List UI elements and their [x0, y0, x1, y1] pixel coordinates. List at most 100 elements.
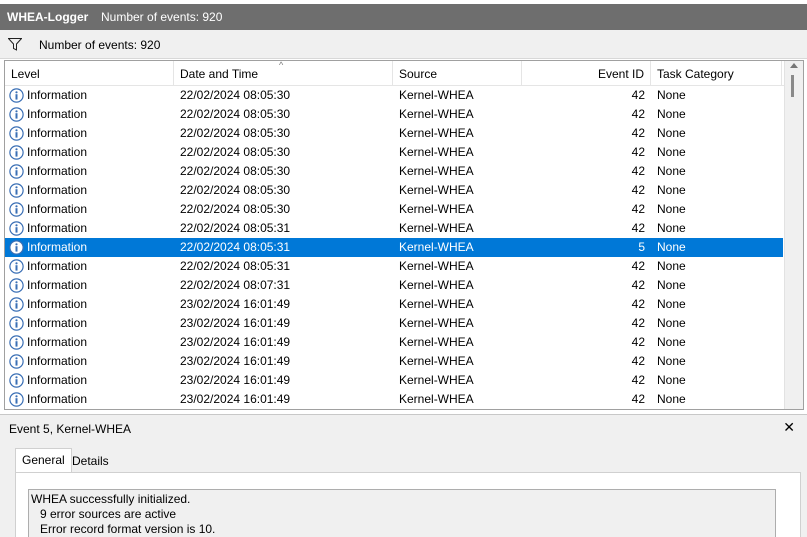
level-cell: Information — [27, 354, 88, 368]
filter-text: Number of events: 920 — [39, 38, 161, 52]
table-row[interactable]: Information 22/02/2024 08:05:30 Kernel-WHE… — [5, 124, 783, 143]
date-cell: 22/02/2024 08:05:31 — [180, 221, 291, 235]
task-category-cell: None — [657, 373, 686, 387]
table-row[interactable]: Information 23/02/2024 16:01:49 Kernel-WHE… — [5, 371, 783, 390]
table-row[interactable]: Information 23/02/2024 16:01:49 Kernel-WHE… — [5, 333, 783, 352]
source-cell: Kernel-WHEA — [399, 145, 474, 159]
event-id-cell: 42 — [631, 145, 645, 159]
column-event-id[interactable]: Event ID — [522, 61, 651, 86]
table-row[interactable]: Information 22/02/2024 08:05:31 Kernel-WHE… — [5, 219, 783, 238]
table-row[interactable]: Information 22/02/2024 08:05:31 Kernel-WHE… — [5, 238, 783, 257]
task-category-cell: None — [657, 221, 686, 235]
table-row[interactable]: Information 22/02/2024 08:05:30 Kernel-WHE… — [5, 200, 783, 219]
date-cell: 22/02/2024 08:05:30 — [180, 88, 291, 102]
level-cell: Information — [27, 278, 88, 292]
table-row[interactable]: Information 23/02/2024 16:01:49 Kernel-WHE… — [5, 314, 783, 333]
source-cell: Kernel-WHEA — [399, 354, 474, 368]
event-id-cell: 42 — [631, 297, 645, 311]
event-id-cell: 42 — [631, 126, 645, 140]
column-level[interactable]: Level — [5, 61, 174, 86]
level-cell: Information — [27, 335, 88, 349]
event-id-cell: 42 — [631, 164, 645, 178]
date-cell: 22/02/2024 08:05:30 — [180, 164, 291, 178]
table-row[interactable]: Information 22/02/2024 08:05:30 Kernel-WHE… — [5, 143, 783, 162]
table-row[interactable]: Information 22/02/2024 08:07:31 Kernel-WHE… — [5, 276, 783, 295]
task-category-cell: None — [657, 316, 686, 330]
date-cell: 22/02/2024 08:05:30 — [180, 126, 291, 140]
vertical-scrollbar[interactable] — [784, 61, 803, 409]
task-category-cell: None — [657, 297, 686, 311]
date-cell: 22/02/2024 08:05:31 — [180, 259, 291, 273]
task-category-cell: None — [657, 183, 686, 197]
sort-ascending-icon: ^ — [279, 60, 284, 70]
level-cell: Information — [27, 240, 88, 254]
source-cell: Kernel-WHEA — [399, 335, 474, 349]
level-cell: Information — [27, 316, 88, 330]
level-cell: Information — [27, 164, 88, 178]
filter-bar: Number of events: 920 — [0, 30, 807, 59]
tab-general[interactable]: General — [15, 448, 72, 473]
source-cell: Kernel-WHEA — [399, 297, 474, 311]
level-cell: Information — [27, 202, 88, 216]
description-line: Error record format version is 10. — [40, 522, 216, 536]
table-row[interactable]: Information 22/02/2024 08:05:30 Kernel-WHE… — [5, 105, 783, 124]
scrollbar-thumb[interactable] — [791, 75, 794, 97]
task-category-cell: None — [657, 240, 686, 254]
task-category-cell: None — [657, 126, 686, 140]
table-row[interactable]: Information 22/02/2024 08:05:30 Kernel-WHE… — [5, 86, 783, 105]
column-source[interactable]: Source — [393, 61, 522, 86]
table-row[interactable]: Information 22/02/2024 08:05:31 Kernel-WHE… — [5, 257, 783, 276]
table-row[interactable]: Information 22/02/2024 08:05:30 Kernel-WHE… — [5, 162, 783, 181]
table-row[interactable]: Information 22/02/2024 08:05:30 Kernel-WHE… — [5, 181, 783, 200]
date-cell: 22/02/2024 08:05:30 — [180, 145, 291, 159]
source-cell: Kernel-WHEA — [399, 164, 474, 178]
event-id-cell: 42 — [631, 316, 645, 330]
level-cell: Information — [27, 107, 88, 121]
level-cell: Information — [27, 392, 88, 406]
date-cell: 23/02/2024 16:01:49 — [180, 335, 291, 349]
column-date[interactable]: Date and Time — [174, 61, 393, 86]
log-name: WHEA-Logger — [7, 10, 89, 24]
column-header-row: Level Date and Time ^ Source Event ID Ta… — [5, 61, 785, 86]
scroll-up-icon[interactable] — [790, 63, 798, 68]
source-cell: Kernel-WHEA — [399, 259, 474, 273]
level-cell: Information — [27, 88, 88, 102]
task-category-cell: None — [657, 88, 686, 102]
date-cell: 22/02/2024 08:05:30 — [180, 107, 291, 121]
event-detail-pane: Event 5, Kernel-WHEA ✕ General Details W… — [0, 414, 807, 537]
table-row[interactable]: Information 23/02/2024 16:01:49 Kernel-WHE… — [5, 352, 783, 371]
date-cell: 23/02/2024 16:01:49 — [180, 297, 291, 311]
level-cell: Information — [27, 297, 88, 311]
source-cell: Kernel-WHEA — [399, 316, 474, 330]
source-cell: Kernel-WHEA — [399, 240, 474, 254]
event-list[interactable]: Level Date and Time ^ Source Event ID Ta… — [4, 60, 804, 410]
level-cell: Information — [27, 145, 88, 159]
column-task-category[interactable]: Task Category — [651, 61, 782, 86]
event-id-cell: 42 — [631, 335, 645, 349]
event-id-cell: 42 — [631, 278, 645, 292]
source-cell: Kernel-WHEA — [399, 88, 474, 102]
date-cell: 23/02/2024 16:01:49 — [180, 354, 291, 368]
filter-icon[interactable] — [8, 38, 22, 51]
task-category-cell: None — [657, 259, 686, 273]
description-line: 9 error sources are active — [40, 507, 177, 521]
date-cell: 23/02/2024 16:01:49 — [180, 373, 291, 387]
source-cell: Kernel-WHEA — [399, 202, 474, 216]
tab-details[interactable]: Details — [66, 450, 115, 474]
source-cell: Kernel-WHEA — [399, 373, 474, 387]
event-rows: Information 22/02/2024 08:05:30 Kernel-WHE… — [5, 86, 783, 409]
level-cell: Information — [27, 126, 88, 140]
task-category-cell: None — [657, 145, 686, 159]
event-description[interactable]: WHEA successfully initialized. 9 error s… — [28, 489, 776, 537]
date-cell: 23/02/2024 16:01:49 — [180, 316, 291, 330]
level-cell: Information — [27, 259, 88, 273]
table-row[interactable]: Information 23/02/2024 16:01:49 Kernel-WHE… — [5, 295, 783, 314]
table-row[interactable]: Information 23/02/2024 16:01:49 Kernel-WHE… — [5, 390, 783, 409]
general-tab-body: WHEA successfully initialized. 9 error s… — [15, 472, 801, 537]
level-cell: Information — [27, 183, 88, 197]
date-cell: 23/02/2024 16:01:49 — [180, 392, 291, 406]
close-icon[interactable]: ✕ — [783, 419, 795, 435]
source-cell: Kernel-WHEA — [399, 107, 474, 121]
event-id-cell: 42 — [631, 202, 645, 216]
source-cell: Kernel-WHEA — [399, 183, 474, 197]
